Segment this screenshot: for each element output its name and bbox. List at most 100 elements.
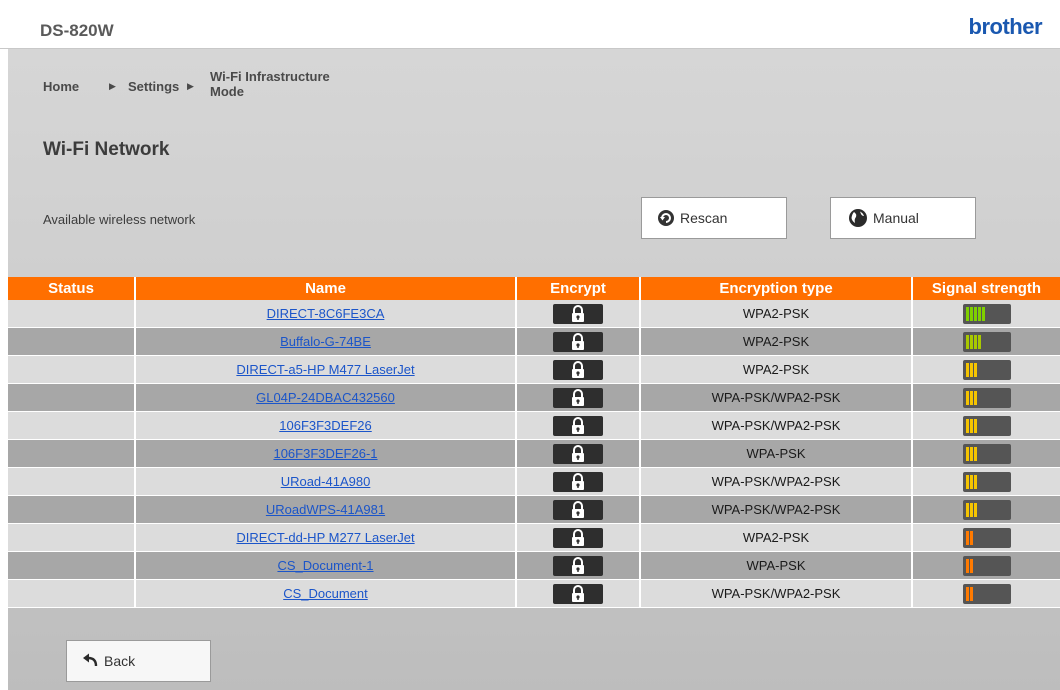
top-bar: DS-820W brother (0, 0, 1060, 49)
network-name-link[interactable]: 106F3F3DEF26 (279, 418, 372, 433)
page-title: Wi-Fi Network (43, 139, 170, 160)
table-row[interactable]: URoad-41A980 WPA-PSK/WPA2-PSK (8, 467, 1060, 496)
encrypt-cell (516, 439, 641, 468)
table-row[interactable]: CS_Document WPA-PSK/WPA2-PSK (8, 579, 1060, 608)
network-table: Status Name Encrypt Encryption type Sign… (8, 277, 1060, 608)
lock-icon (553, 303, 603, 324)
encrypt-cell (516, 579, 641, 608)
table-row[interactable]: DIRECT-dd-HP M277 LaserJet WPA2-PSK (8, 523, 1060, 552)
lock-icon (553, 471, 603, 492)
table-header-row: Status Name Encrypt Encryption type Sign… (8, 277, 1060, 300)
network-name-link[interactable]: DIRECT-dd-HP M277 LaserJet (236, 530, 414, 545)
breadcrumb-home[interactable]: Home (43, 79, 79, 94)
manual-label: Manual (873, 210, 919, 226)
signal-bar (969, 446, 973, 461)
name-cell: DIRECT-a5-HP M477 LaserJet (135, 355, 517, 384)
lock-icon (553, 359, 603, 380)
breadcrumb-current-line2: Mode (210, 84, 244, 99)
table-row[interactable]: DIRECT-8C6FE3CA WPA2-PSK (8, 300, 1060, 328)
signal-strength-icon (962, 359, 1011, 380)
network-name-link[interactable]: 106F3F3DEF26-1 (273, 446, 377, 461)
status-cell (8, 355, 136, 384)
signal-cell (912, 551, 1060, 580)
signal-bar (969, 502, 973, 517)
signal-bar (969, 530, 973, 545)
table-row[interactable]: DIRECT-a5-HP M477 LaserJet WPA2-PSK (8, 355, 1060, 384)
status-cell (8, 327, 136, 356)
encryption-type-cell: WPA2-PSK (640, 355, 913, 384)
lock-icon (553, 443, 603, 464)
encrypt-cell (516, 355, 641, 384)
signal-bar (965, 306, 969, 321)
encryption-type-cell: WPA-PSK (640, 551, 913, 580)
breadcrumb-settings[interactable]: Settings (128, 79, 179, 94)
table-row[interactable]: CS_Document-1 WPA-PSK (8, 551, 1060, 580)
encrypt-cell (516, 327, 641, 356)
network-name-link[interactable]: CS_Document-1 (277, 558, 373, 573)
signal-cell (912, 579, 1060, 608)
brand-logo: brother (968, 14, 1043, 39)
encrypt-cell (516, 383, 641, 412)
available-networks-label: Available wireless network (43, 212, 196, 227)
table-row[interactable]: 106F3F3DEF26-1 WPA-PSK (8, 439, 1060, 468)
signal-bar (969, 418, 973, 433)
network-name-link[interactable]: GL04P-24DBAC432560 (256, 390, 395, 405)
signal-bar (965, 446, 969, 461)
table-row[interactable]: 106F3F3DEF26 WPA-PSK/WPA2-PSK (8, 411, 1060, 440)
encryption-type-cell: WPA-PSK/WPA2-PSK (640, 579, 913, 608)
signal-bar (969, 362, 973, 377)
signal-bar (965, 502, 969, 517)
signal-strength-icon (962, 583, 1011, 604)
signal-strength-icon (962, 387, 1011, 408)
lock-icon (553, 387, 603, 408)
signal-bar (981, 306, 985, 321)
manual-button[interactable]: Manual (830, 197, 976, 239)
signal-bar (973, 390, 977, 405)
network-name-link[interactable]: URoad-41A980 (281, 474, 371, 489)
signal-cell (912, 411, 1060, 440)
signal-bar (969, 334, 973, 349)
breadcrumb-arrow-icon: ▶ (109, 81, 116, 91)
network-name-link[interactable]: CS_Document (283, 586, 368, 601)
encryption-type-cell: WPA-PSK/WPA2-PSK (640, 383, 913, 412)
signal-strength-icon (962, 443, 1011, 464)
network-name-link[interactable]: Buffalo-G-74BE (280, 334, 371, 349)
breadcrumb-current: Wi-Fi Infrastructure Mode (210, 69, 330, 99)
name-cell: CS_Document (135, 579, 517, 608)
signal-strength-icon (962, 331, 1011, 352)
signal-cell (912, 439, 1060, 468)
table-row[interactable]: GL04P-24DBAC432560 WPA-PSK/WPA2-PSK (8, 383, 1060, 412)
name-cell: DIRECT-dd-HP M277 LaserJet (135, 523, 517, 552)
encryption-type-cell: WPA2-PSK (640, 523, 913, 552)
signal-bar (965, 558, 969, 573)
back-arrow-icon (81, 652, 99, 670)
signal-bar (969, 586, 973, 601)
encryption-type-cell: WPA-PSK/WPA2-PSK (640, 495, 913, 524)
back-button[interactable]: Back (66, 640, 211, 682)
signal-bar (965, 362, 969, 377)
main-panel: Home ▶ Settings ▶ Wi-Fi Infrastructure M… (8, 49, 1060, 690)
status-cell (8, 495, 136, 524)
signal-bar (973, 502, 977, 517)
signal-bar (969, 474, 973, 489)
refresh-icon (657, 209, 675, 227)
name-cell: 106F3F3DEF26-1 (135, 439, 517, 468)
table-row[interactable]: Buffalo-G-74BE WPA2-PSK (8, 327, 1060, 356)
network-name-link[interactable]: URoadWPS-41A981 (266, 502, 385, 517)
signal-bar (977, 334, 981, 349)
lock-icon (553, 583, 603, 604)
table-row[interactable]: URoadWPS-41A981 WPA-PSK/WPA2-PSK (8, 495, 1060, 524)
breadcrumb-current-line1: Wi-Fi Infrastructure (210, 69, 330, 84)
encryption-type-cell: WPA-PSK/WPA2-PSK (640, 467, 913, 496)
signal-cell (912, 300, 1060, 328)
network-name-link[interactable]: DIRECT-a5-HP M477 LaserJet (236, 362, 414, 377)
signal-bar (973, 362, 977, 377)
lock-icon (553, 331, 603, 352)
network-name-link[interactable]: DIRECT-8C6FE3CA (267, 306, 385, 321)
status-cell (8, 411, 136, 440)
signal-cell (912, 355, 1060, 384)
signal-bar (965, 586, 969, 601)
rescan-button[interactable]: Rescan (641, 197, 787, 239)
name-cell: URoad-41A980 (135, 467, 517, 496)
status-cell (8, 383, 136, 412)
